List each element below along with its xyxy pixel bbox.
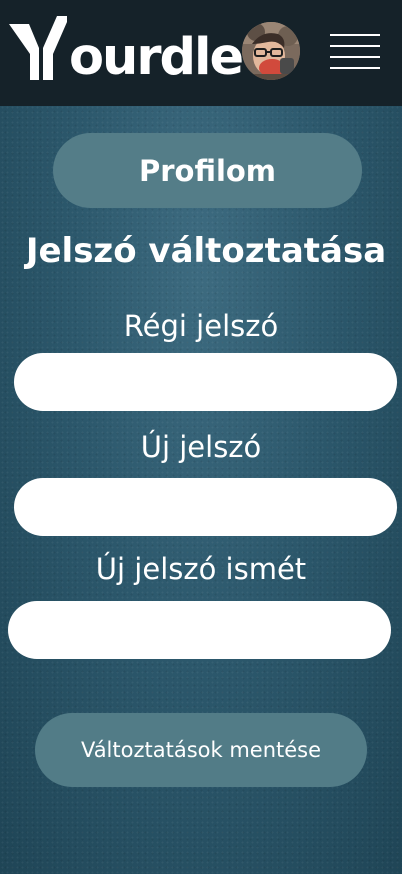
confirm-password-field[interactable] bbox=[8, 601, 391, 659]
confirm-password-label: Új jelszó ismét bbox=[95, 552, 307, 586]
logo-wordmark: ourdle bbox=[69, 28, 244, 87]
profile-button[interactable]: Profilom bbox=[53, 133, 362, 208]
old-password-field[interactable] bbox=[14, 353, 397, 411]
user-avatar[interactable] bbox=[242, 22, 300, 80]
menu-line-icon bbox=[330, 56, 380, 58]
yourdle-logo[interactable]: ourdle bbox=[9, 16, 244, 86]
menu-line-icon bbox=[330, 45, 380, 47]
top-navigation-bar: ourdle bbox=[0, 0, 402, 106]
avatar-photo-icon bbox=[242, 22, 300, 80]
new-password-label: Új jelszó bbox=[140, 430, 262, 464]
page-title: Jelszó változtatása bbox=[25, 231, 387, 271]
old-password-label: Régi jelszó bbox=[123, 309, 279, 343]
menu-line-icon bbox=[330, 67, 380, 69]
y-mark-logo-icon bbox=[9, 16, 67, 80]
hamburger-menu-button[interactable] bbox=[330, 30, 380, 72]
save-changes-button[interactable]: Változtatások mentése bbox=[35, 713, 367, 787]
new-password-field[interactable] bbox=[14, 478, 397, 536]
menu-line-icon bbox=[330, 34, 380, 36]
